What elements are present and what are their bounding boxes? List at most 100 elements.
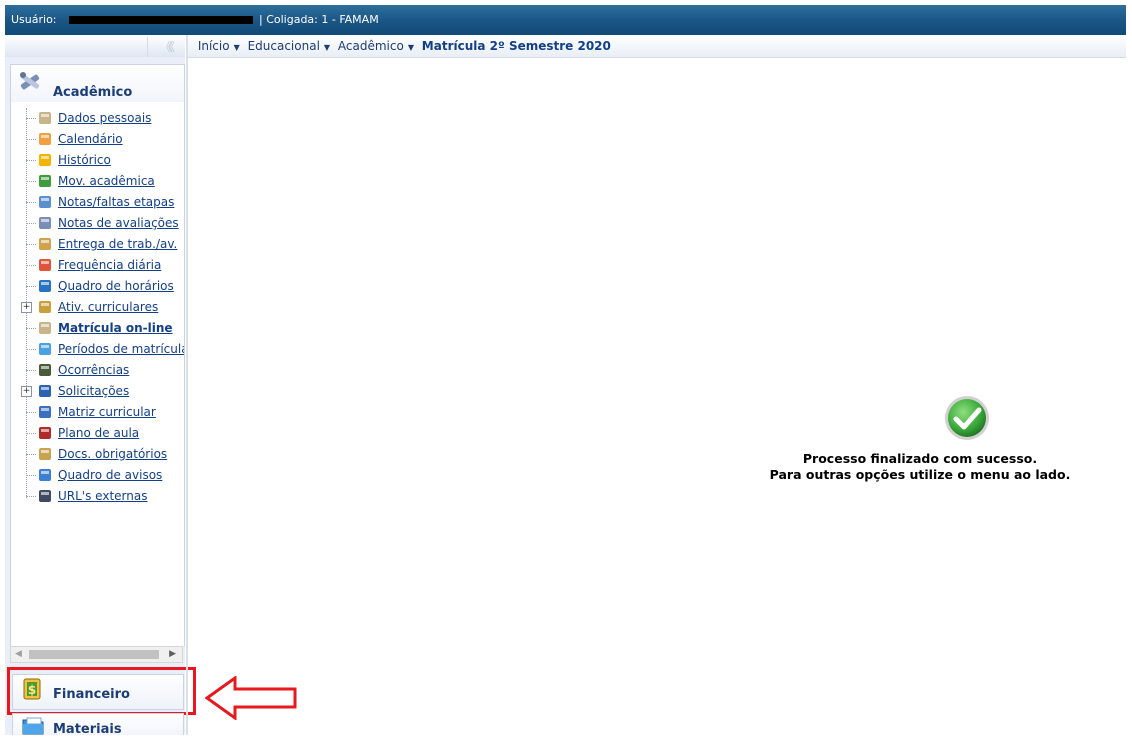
tree-connector bbox=[26, 265, 36, 266]
folder-icon bbox=[22, 717, 44, 735]
success-message-line2: Para outras opções utilize o menu ao lad… bbox=[769, 467, 1071, 482]
sidebar-item[interactable]: Mov. acadêmica bbox=[11, 171, 184, 191]
request-icon bbox=[39, 385, 51, 397]
sidebar-item[interactable]: Matriz curricular bbox=[11, 402, 184, 422]
sidebar-item[interactable]: Períodos de matrícula bbox=[11, 339, 184, 359]
tab-materiais-label: Materiais bbox=[53, 722, 122, 735]
expand-icon[interactable]: + bbox=[21, 386, 32, 397]
money-icon: $ bbox=[23, 678, 41, 700]
tree-connector bbox=[26, 475, 36, 476]
sidebar-item-label[interactable]: Períodos de matrícula bbox=[58, 342, 184, 356]
sidebar-item-label[interactable]: Dados pessoais bbox=[58, 111, 151, 125]
svg-text:$: $ bbox=[28, 683, 36, 697]
tab-academico[interactable]: Acadêmico bbox=[10, 64, 185, 103]
coligada-label: | Coligada: 1 - FAMAM bbox=[259, 13, 379, 26]
book-icon bbox=[39, 427, 51, 439]
quill-icon bbox=[39, 364, 51, 376]
sidebar-item-label[interactable]: Solicitações bbox=[58, 384, 129, 398]
sidebar-item[interactable]: Dados pessoais bbox=[11, 108, 184, 128]
breadcrumb-inicio-label: Início bbox=[197, 39, 230, 53]
tree-connector bbox=[26, 433, 36, 434]
tab-financeiro[interactable]: $ Financeiro bbox=[12, 674, 184, 710]
breadcrumb-inicio[interactable]: Início ▼ bbox=[198, 35, 244, 59]
tab-materiais[interactable]: Materiais bbox=[12, 713, 184, 735]
sidebar-item[interactable]: Notas/faltas etapas bbox=[11, 192, 184, 212]
sidebar-item[interactable]: + Solicitações bbox=[11, 381, 184, 401]
grades-icon bbox=[39, 217, 51, 229]
expand-icon[interactable]: + bbox=[21, 302, 32, 313]
breadcrumb-educacional-label: Educacional bbox=[247, 39, 320, 53]
sidebar-item[interactable]: + Ativ. curriculares bbox=[11, 297, 184, 317]
breadcrumb: Início ▼ Educacional ▼ Acadêmico ▼ Matrícul… bbox=[188, 35, 1126, 58]
tree-connector bbox=[26, 370, 36, 371]
arrows-icon bbox=[39, 175, 51, 187]
calendar-icon bbox=[39, 133, 51, 145]
documents-icon bbox=[39, 448, 51, 460]
app-frame: Usuário: | Coligada: 1 - FAMAM 《《 Acadêm… bbox=[5, 5, 1126, 735]
tree-connector bbox=[26, 328, 36, 329]
tree-connector bbox=[26, 202, 36, 203]
sidebar-item[interactable]: Calendário bbox=[11, 129, 184, 149]
breadcrumb-current: Matrícula 2º Semestre 2020 bbox=[421, 39, 611, 53]
sidebar-item-label[interactable]: URL's externas bbox=[58, 489, 147, 503]
figure-icon bbox=[39, 301, 51, 313]
breadcrumb-academico[interactable]: Acadêmico ▼ bbox=[338, 35, 418, 59]
sidebar-item[interactable]: Histórico bbox=[11, 150, 184, 170]
sidebar-item[interactable]: Entrega de trab./av. bbox=[11, 234, 184, 254]
scroll-right-icon[interactable]: ▶ bbox=[169, 649, 176, 659]
notice-board-icon bbox=[39, 469, 51, 481]
sidebar-item[interactable]: Quadro de avisos bbox=[11, 465, 184, 485]
tree-connector bbox=[26, 244, 36, 245]
tree-connector bbox=[26, 286, 36, 287]
clock-icon bbox=[39, 280, 51, 292]
success-check-icon bbox=[945, 396, 989, 440]
tree-connector bbox=[26, 454, 36, 455]
sidebar-item-label[interactable]: Plano de aula bbox=[58, 426, 139, 440]
sidebar-item[interactable]: Plano de aula bbox=[11, 423, 184, 443]
sidebar-item-label[interactable]: Notas de avaliações bbox=[58, 216, 179, 230]
tree-connector bbox=[26, 118, 36, 119]
scrollbar-thumb[interactable] bbox=[29, 650, 159, 659]
sidebar-item[interactable]: Ocorrências bbox=[11, 360, 184, 380]
scroll-left-icon[interactable]: ◀ bbox=[15, 649, 22, 659]
sidebar-item-label[interactable]: Mov. acadêmica bbox=[58, 174, 155, 188]
tree-connector bbox=[26, 160, 36, 161]
collapse-sidebar-button[interactable]: 《《 bbox=[147, 37, 184, 57]
sidebar-item-label[interactable]: Docs. obrigatórios bbox=[58, 447, 167, 461]
tree-connector bbox=[26, 223, 36, 224]
sidebar-item-label[interactable]: Ocorrências bbox=[58, 363, 129, 377]
sidebar-item-label[interactable]: Quadro de avisos bbox=[58, 468, 162, 482]
sidebar-item-label[interactable]: Matriz curricular bbox=[58, 405, 156, 419]
sidebar-item-label[interactable]: Notas/faltas etapas bbox=[58, 195, 174, 209]
people-icon bbox=[39, 259, 51, 271]
sidebar-item-label[interactable]: Entrega de trab./av. bbox=[58, 237, 177, 251]
delivery-box-icon bbox=[39, 238, 51, 250]
sidebar-item-label[interactable]: Histórico bbox=[58, 153, 111, 167]
sidebar-item-label[interactable]: Frequência diária bbox=[58, 258, 161, 272]
sidebar-item[interactable]: Frequência diária bbox=[11, 255, 184, 275]
sidebar-item[interactable]: Matrícula on-line bbox=[11, 318, 184, 338]
sidebar-item-label[interactable]: Quadro de horários bbox=[58, 279, 174, 293]
breadcrumb-educacional[interactable]: Educacional ▼ bbox=[248, 35, 334, 59]
sidebar-item-label[interactable]: Calendário bbox=[58, 132, 123, 146]
sidebar-item-label[interactable]: Matrícula on-line bbox=[58, 321, 173, 335]
tree-connector bbox=[26, 139, 36, 140]
tree-connector bbox=[26, 181, 36, 182]
tools-icon bbox=[20, 72, 40, 90]
horizontal-scrollbar[interactable]: ◀ ▶ bbox=[10, 646, 183, 663]
calendar-period-icon bbox=[39, 343, 51, 355]
sidebar-item[interactable]: URL's externas bbox=[11, 486, 184, 506]
person-icon bbox=[39, 112, 51, 124]
sidebar-item[interactable]: Notas de avaliações bbox=[11, 213, 184, 233]
sidebar-item[interactable]: Quadro de horários bbox=[11, 276, 184, 296]
globe-icon bbox=[39, 490, 51, 502]
person-icon bbox=[39, 322, 51, 334]
pencil-note-icon bbox=[39, 154, 51, 166]
sidebar-item[interactable]: Docs. obrigatórios bbox=[11, 444, 184, 464]
caret-down-icon: ▼ bbox=[407, 43, 414, 52]
top-bar: Usuário: | Coligada: 1 - FAMAM bbox=[5, 5, 1126, 35]
table-icon bbox=[39, 196, 51, 208]
caret-down-icon: ▼ bbox=[323, 43, 331, 52]
tree-connector bbox=[26, 412, 36, 413]
sidebar-item-label[interactable]: Ativ. curriculares bbox=[58, 300, 158, 314]
